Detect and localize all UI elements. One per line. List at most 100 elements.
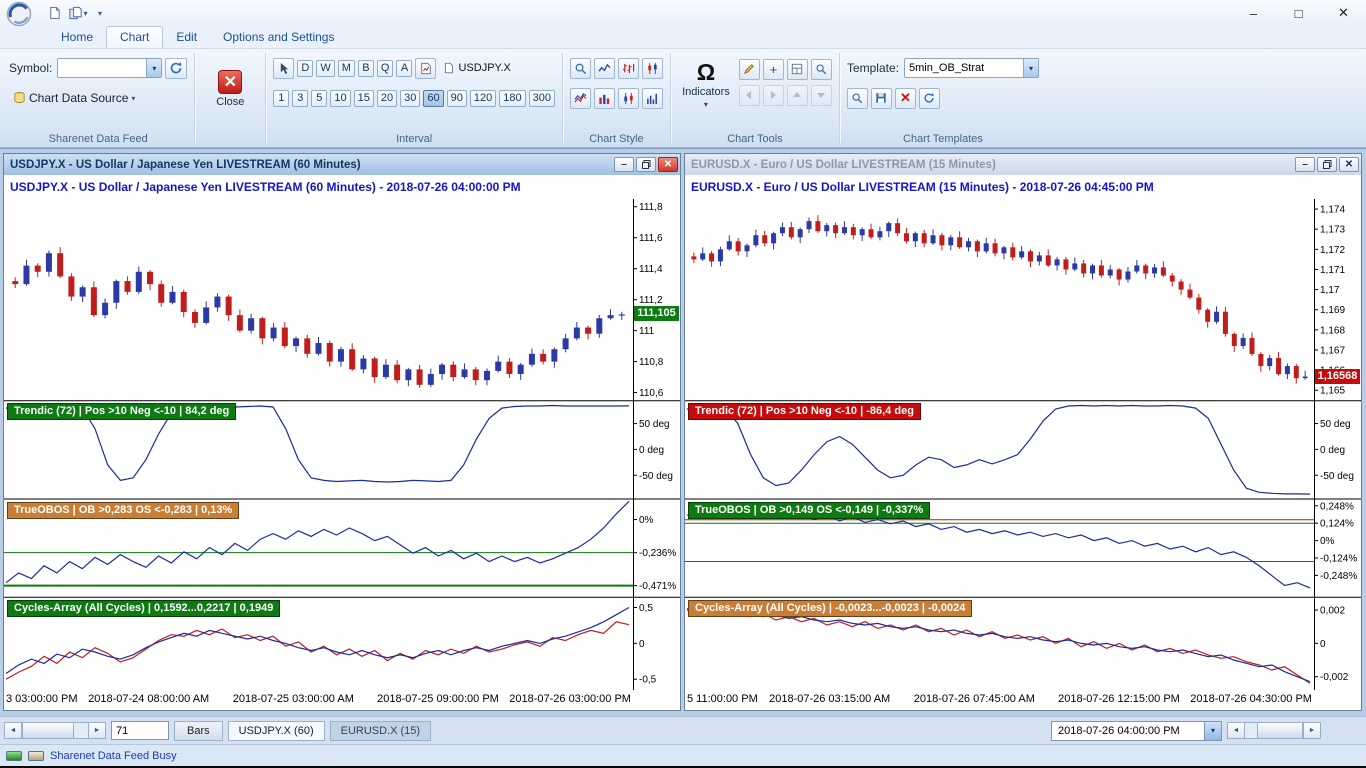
axis-tick-label: 1,171 — [1320, 265, 1345, 276]
scrollbar-thumb[interactable] — [22, 723, 74, 738]
interval-daily-button[interactable]: D — [297, 60, 313, 77]
tab-chart[interactable]: Chart — [106, 26, 163, 48]
interval-60-button[interactable]: 60 — [423, 90, 443, 107]
style-multiline-button[interactable] — [570, 88, 591, 109]
new-document-button[interactable] — [44, 4, 64, 22]
draw-tools-button[interactable] — [739, 59, 760, 80]
delete-template-button[interactable]: ✕ — [895, 88, 916, 109]
symbol-combobox-value[interactable] — [58, 59, 146, 77]
axis-tick-label: 0 — [1320, 639, 1326, 650]
chart-body[interactable]: 111,8111,6111,4111,2111110,8110,650 deg0… — [4, 199, 680, 690]
scroll-right-icon[interactable]: ► — [1303, 723, 1320, 738]
titlebar[interactable]: ▾ ▾ – □ ✕ — [0, 0, 1366, 26]
refresh-symbol-button[interactable] — [165, 58, 187, 79]
style-candle2-button[interactable] — [618, 88, 639, 109]
interval-monthly-button[interactable]: M — [338, 60, 355, 77]
save-template-button[interactable] — [871, 88, 892, 109]
scroll-left-icon[interactable]: ◄ — [1228, 723, 1245, 738]
chart-data-source-button[interactable]: Chart Data Source ▾ — [9, 88, 139, 109]
scrollbar-track[interactable] — [74, 723, 88, 738]
tab-options-settings[interactable]: Options and Settings — [210, 27, 347, 48]
maximize-button[interactable]: □ — [1276, 0, 1321, 26]
window-close-icon[interactable]: ✕ — [658, 157, 678, 172]
indicator-label-badge[interactable]: TrueOBOS | OB >0,283 OS <-0,283 | 0,13% — [7, 502, 239, 519]
interval-weekly-button[interactable]: W — [316, 60, 334, 77]
window-minimize-icon[interactable]: – — [1295, 157, 1315, 172]
chart-body[interactable]: 1,1741,1731,1721,1711,171,1691,1681,1671… — [685, 199, 1361, 690]
chart-tab-eurusd[interactable]: EURUSD.X (15) — [330, 721, 431, 741]
axis-tick-label: 0,124% — [1320, 519, 1354, 530]
style-histogram-button[interactable] — [642, 88, 663, 109]
pencil-icon — [743, 63, 755, 75]
style-select-button[interactable] — [570, 58, 591, 79]
indicator-label-badge[interactable]: Trendic (72) | Pos >10 Neg <-10 | 84,2 d… — [7, 403, 236, 420]
open-document-button[interactable]: ▾ — [68, 4, 88, 22]
chevron-down-icon[interactable]: ▾ — [1204, 722, 1221, 740]
indicator-label-badge[interactable]: Trendic (72) | Pos >10 Neg <-10 | -86,4 … — [688, 403, 921, 420]
indicators-button[interactable]: Ω Indicators ▾ — [678, 53, 734, 117]
interval-quarterly-button[interactable]: Q — [377, 60, 394, 77]
chevron-down-icon[interactable]: ▾ — [146, 59, 161, 77]
tab-edit[interactable]: Edit — [163, 27, 210, 48]
window-close-icon[interactable]: ✕ — [1339, 157, 1359, 172]
scrollbar-thumb[interactable] — [1257, 723, 1303, 738]
interval-annual-button[interactable]: A — [396, 60, 412, 77]
interval-5-button[interactable]: 5 — [311, 90, 327, 107]
indicator-label-badge[interactable]: Cycles-Array (All Cycles) | 0,1592...0,2… — [7, 600, 280, 617]
scrollbar-track[interactable] — [1245, 723, 1257, 738]
nav-first-button[interactable] — [739, 85, 760, 106]
window-restore-icon[interactable] — [636, 157, 656, 172]
chart-tab-usdjpy[interactable]: USDJPY.X (60) — [228, 721, 325, 741]
interval-20-button[interactable]: 20 — [377, 90, 397, 107]
apply-template-button[interactable] — [847, 88, 868, 109]
minimize-button[interactable]: – — [1231, 0, 1276, 26]
datetime-combobox[interactable]: 2018-07-26 04:00:00 PM ▾ — [1051, 721, 1222, 741]
interval-3-button[interactable]: 3 — [292, 90, 308, 107]
refresh-templates-button[interactable] — [919, 88, 940, 109]
style-ohlc-button[interactable] — [618, 58, 639, 79]
indicator-label-badge[interactable]: TrueOBOS | OB >0,149 OS <-0,149 | -0,337… — [688, 502, 930, 519]
interval-180-button[interactable]: 180 — [499, 90, 525, 107]
axis-tick-label: 0% — [639, 515, 654, 526]
template-combobox-value[interactable]: 5min_OB_Strat — [905, 59, 1023, 77]
style-bar-button[interactable] — [594, 88, 615, 109]
qat-customize-icon[interactable]: ▾ — [98, 9, 102, 18]
close-chart-button[interactable]: ✕ Close — [202, 57, 258, 121]
interval-120-button[interactable]: 120 — [470, 90, 496, 107]
interval-b-button[interactable]: B — [358, 60, 374, 77]
zoom-button[interactable] — [811, 59, 832, 80]
chevron-down-icon[interactable]: ▾ — [1023, 59, 1038, 77]
interval-10-button[interactable]: 10 — [330, 90, 350, 107]
interval-300-button[interactable]: 300 — [529, 90, 555, 107]
crosshair-button[interactable]: + — [763, 59, 784, 80]
style-candlestick-button[interactable] — [642, 58, 663, 79]
datetime-value[interactable]: 2018-07-26 04:00:00 PM — [1052, 725, 1204, 737]
interval-30-button[interactable]: 30 — [400, 90, 420, 107]
interval-90-button[interactable]: 90 — [447, 90, 467, 107]
window-restore-icon[interactable] — [1317, 157, 1337, 172]
chart-window-titlebar[interactable]: EURUSD.X - Euro / US Dollar LIVESTREAM (… — [685, 154, 1361, 175]
scroll-right-icon[interactable]: ► — [88, 723, 105, 738]
window-minimize-icon[interactable]: – — [614, 157, 634, 172]
indicator-label-badge[interactable]: Cycles-Array (All Cycles) | -0,0023...-0… — [688, 600, 972, 617]
nav-last-button[interactable] — [811, 85, 832, 106]
interval-1-button[interactable]: 1 — [273, 90, 289, 107]
chart-window-titlebar[interactable]: USDJPY.X - US Dollar / Japanese Yen LIVE… — [4, 154, 680, 175]
interval-15-button[interactable]: 15 — [354, 90, 374, 107]
nav-forward-button[interactable] — [787, 85, 808, 106]
nav-back-button[interactable] — [763, 85, 784, 106]
chart-window-usdjpy[interactable]: USDJPY.X - US Dollar / Japanese Yen LIVE… — [3, 153, 681, 711]
symbol-combobox[interactable]: ▾ — [57, 58, 162, 78]
close-button[interactable]: ✕ — [1321, 0, 1366, 26]
scroll-left-icon[interactable]: ◄ — [5, 723, 22, 738]
layout-grid-button[interactable] — [787, 59, 808, 80]
chart-window-eurusd[interactable]: EURUSD.X - Euro / US Dollar LIVESTREAM (… — [684, 153, 1362, 711]
style-line-button[interactable] — [594, 58, 615, 79]
bars-count-input[interactable] — [111, 721, 169, 740]
template-combobox[interactable]: 5min_OB_Strat ▾ — [904, 58, 1039, 78]
pointer-tool-button[interactable] — [273, 58, 294, 79]
tab-home[interactable]: Home — [48, 27, 106, 48]
left-chart-scrollbar[interactable]: ◄ ► — [4, 722, 106, 739]
right-chart-scrollbar[interactable]: ◄ ► — [1227, 722, 1321, 739]
new-chart-button[interactable] — [415, 58, 436, 79]
